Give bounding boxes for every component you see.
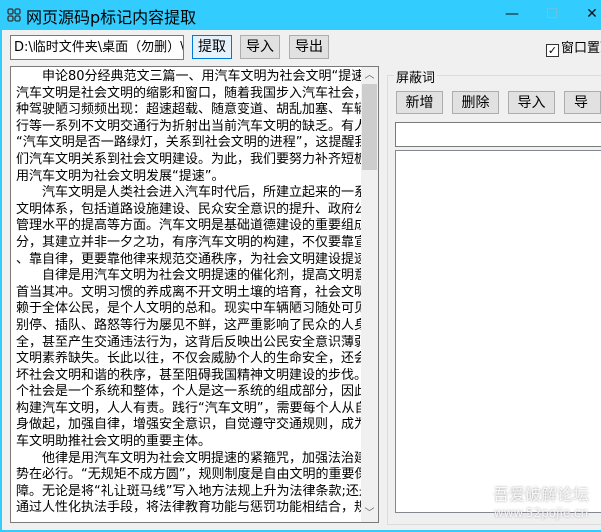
text-line: 行等一系列不文明交通行为折射出当前汽车文明的缺乏。有人说 <box>16 118 366 134</box>
text-line: 们汽车文明关系到社会文明建设。为此，我们要努力补齐短板， <box>16 151 366 167</box>
text-line: 个社会是一个系统和整体，个人是这一系统的组成部分，因此， <box>16 384 366 400</box>
text-line: 汽车文明是人类社会进入汽车时代后，所建立起来的一系列 <box>16 185 366 201</box>
export-words-button[interactable]: 导出 <box>564 91 601 114</box>
extract-button[interactable]: 提取 <box>192 35 232 59</box>
maximize-button[interactable]: ☐ <box>542 0 562 30</box>
blocked-words-list[interactable] <box>395 150 601 513</box>
scroll-up-icon[interactable]: ︿ <box>361 67 378 84</box>
text-line: 、靠自律，更要靠他律来规范交通秩序，为社会文明建设提速。 <box>16 251 366 267</box>
text-line: 用汽车文明为社会文明发展“提速”。 <box>16 168 225 184</box>
text-line: 身做起，加强自律，增强安全意识，自觉遵守交通规则，成为汽 <box>16 417 366 433</box>
blocked-word-input[interactable] <box>395 122 601 147</box>
title-bar: 网页源码p标记内容提取 — ☐ ✕ <box>2 0 601 30</box>
vertical-scrollbar[interactable]: ︿ ﹀ <box>361 67 378 522</box>
text-line: 种驾驶陋习频频出现：超速超载、随意变道、胡乱加塞、车辆横 <box>16 102 366 118</box>
text-line: 文明体系，包括道路设施建设、民众安全意识的提升、政府公共 <box>16 201 366 217</box>
window-title: 网页源码p标记内容提取 <box>26 8 197 27</box>
text-line: 障。无论是将“礼让斑马线”写入地方法规上升为法律条款;还是 <box>16 483 366 499</box>
scroll-down-icon[interactable]: ﹀ <box>361 505 378 522</box>
text-line: 构建汽车文明，人人有责。践行“汽车文明”，需要每个人从自 <box>16 400 366 416</box>
text-line: 管理水平的提高等方面。汽车文明是基础道德建设的重要组成部 <box>16 218 366 234</box>
blocked-words-label: 屏蔽词 <box>394 67 438 86</box>
text-line: 文明素养缺失。长此以往，不仅会威胁个人的生命安全，还会破 <box>16 351 366 367</box>
text-line: 别停、插队、路怒等行为屡见不鲜，这严重影响了民众的人身安 <box>16 317 366 333</box>
minimize-button[interactable]: — <box>502 0 522 30</box>
text-line: “汽车文明是否一路绿灯，关系到社会文明的进程”，这提醒我 <box>16 135 366 151</box>
add-word-button[interactable]: 新增 <box>396 91 443 114</box>
text-line: 申论80分经典范文三篇一、用汽车文明为社会文明“提速” <box>16 69 366 84</box>
text-line: 赖于全体公民，是个人文明的总和。现实中车辆陋习随处可见， <box>16 301 366 317</box>
content-text: 申论80分经典范文三篇一、用汽车文明为社会文明“提速” 汽车文明是社会文明的缩影和… <box>16 69 366 517</box>
text-line: 通过人性化执法手段，将法律教育功能与惩罚功能相结合，规范 <box>16 500 366 516</box>
text-line: 势在必行。“无规矩不成方圆”，规则制度是自由文明的重要保 <box>16 467 366 483</box>
content-textarea[interactable]: 申论80分经典范文三篇一、用汽车文明为社会文明“提速” 汽车文明是社会文明的缩影和… <box>10 66 379 523</box>
delete-word-button[interactable]: 删除 <box>452 91 499 114</box>
pin-window-label: 窗口置顶 <box>561 41 601 56</box>
watermark-title: 吾爱破解论坛 <box>492 485 589 504</box>
text-line: 分，其建立并非一夕之功，有序汽车文明的构建，不仅要靠宣传 <box>16 234 366 250</box>
text-line: 车文明助推社会文明的重要主体。 <box>16 434 212 450</box>
import-button[interactable]: 导入 <box>240 35 280 59</box>
watermark-url: www.52pojie.cn <box>493 506 589 520</box>
export-button[interactable]: 导出 <box>289 35 329 59</box>
pin-window-checkbox[interactable]: ✓窗口置顶 <box>546 37 601 57</box>
scrollbar-thumb[interactable] <box>362 84 377 170</box>
import-words-button[interactable]: 导入 <box>508 91 555 114</box>
close-button[interactable]: ✕ <box>582 0 601 30</box>
path-input[interactable]: D:\临时文件夹\桌面（勿删）\国考申 <box>10 35 184 60</box>
app-icon <box>7 8 21 22</box>
app-window: 网页源码p标记内容提取 — ☐ ✕ D:\临时文件夹\桌面（勿删）\国考申 提取… <box>0 0 601 532</box>
watermark: 吾爱破解论坛 www.52pojie.cn <box>482 485 600 521</box>
text-line: 全，甚至产生交通违法行为，这背后反映出公民安全意识薄弱， <box>16 334 366 350</box>
text-line: 首当其冲。文明习惯的养成离不开文明土壤的培育，社会文明依 <box>16 284 366 300</box>
text-line: 自律是用汽车文明为社会文明提速的催化剂，提高文明意识 <box>16 268 366 284</box>
text-line: 汽车文明是社会文明的缩影和窗口，随着我国步入汽车社会，各 <box>16 85 366 101</box>
checkbox-check-icon: ✓ <box>546 44 559 57</box>
text-line: 他律是用汽车文明为社会文明提速的紧箍咒，加强法治建设 <box>16 450 366 466</box>
text-line: 坏社会文明和谐的秩序，甚至阻碍我国精神文明建设的步伐。整 <box>16 367 366 383</box>
